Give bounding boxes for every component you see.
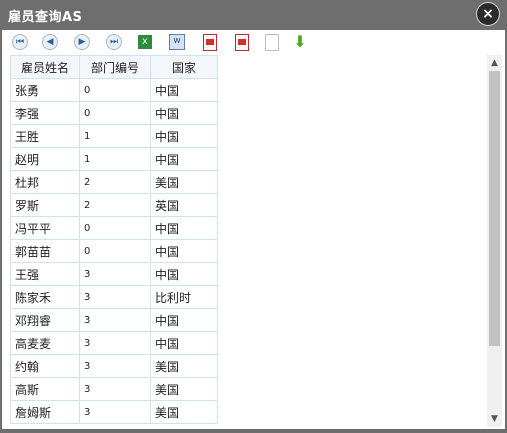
cell-employee-name: 杜邦 [10,170,80,194]
report-panel: ⏮ ◀ ▶ ⏭ x w ⬇ 雇员姓名 部门编号 国家 张勇 0 中国 李强 0 中国 王胜 1… [2,30,505,429]
cell-country: 中国 [150,101,218,125]
table-row[interactable]: 高麦麦 3 中国 [10,331,218,355]
cell-country: 中国 [150,147,218,171]
cell-employee-name: 詹姆斯 [10,400,80,424]
first-page-button[interactable]: ⏮ [12,34,28,50]
pdf-export-icon [203,33,217,51]
cell-employee-name: 郭苗苗 [10,239,80,263]
cell-dept-number: 2 [79,193,151,217]
cell-employee-name: 高麦麦 [10,331,80,355]
scroll-thumb[interactable] [489,71,500,346]
cell-dept-number: 3 [79,400,151,424]
cell-country: 美国 [150,170,218,194]
cell-employee-name: 罗斯 [10,193,80,217]
cell-country: 美国 [150,377,218,401]
toolbar: ⏮ ◀ ▶ ⏭ x w ⬇ [2,30,505,54]
table-row[interactable]: 赵明 1 中国 [10,147,218,171]
cell-employee-name: 王强 [10,262,80,286]
cell-dept-number: 1 [79,124,151,148]
cell-dept-number: 0 [79,101,151,125]
data-grid: 雇员姓名 部门编号 国家 张勇 0 中国 李强 0 中国 王胜 1 中国 赵明 1 中国 杜邦 2 美国 罗斯… [10,55,480,427]
cell-dept-number: 0 [79,78,151,102]
blank-document-icon [265,33,279,51]
table-row[interactable]: 高斯 3 美国 [10,377,218,401]
cell-dept-number: 3 [79,331,151,355]
first-page-icon: ⏮ [12,34,28,50]
table-row[interactable]: 王强 3 中国 [10,262,218,286]
cell-employee-name: 王胜 [10,124,80,148]
table-row[interactable]: 邓翔睿 3 中国 [10,308,218,332]
cell-employee-name: 陈家禾 [10,285,80,309]
last-page-button[interactable]: ⏭ [106,34,122,50]
cell-dept-number: 3 [79,377,151,401]
table-row[interactable]: 冯平平 0 中国 [10,216,218,240]
cell-country: 美国 [150,400,218,424]
cell-employee-name: 约翰 [10,354,80,378]
table-row[interactable]: 王胜 1 中国 [10,124,218,148]
prev-page-icon: ◀ [42,34,58,50]
print-button[interactable] [264,33,280,51]
download-button[interactable]: ⬇ [292,34,308,50]
prev-page-button[interactable]: ◀ [42,34,58,50]
next-page-button[interactable]: ▶ [74,34,90,50]
last-page-icon: ⏭ [106,34,122,50]
table-header-row: 雇员姓名 部门编号 国家 [10,55,218,79]
table-row[interactable]: 詹姆斯 3 美国 [10,400,218,424]
title-bar[interactable]: 雇员查询AS × [0,0,507,30]
cell-employee-name: 赵明 [10,147,80,171]
table-row[interactable]: 李强 0 中国 [10,101,218,125]
excel-export-icon: x [138,35,152,49]
cell-country: 英国 [150,193,218,217]
cell-country: 中国 [150,124,218,148]
pdf-export-icon [235,33,249,51]
cell-country: 中国 [150,216,218,240]
cell-country: 中国 [150,78,218,102]
cell-dept-number: 3 [79,285,151,309]
scroll-down-icon[interactable]: ▼ [487,411,502,427]
cell-country: 比利时 [150,285,218,309]
employee-table: 雇员姓名 部门编号 国家 张勇 0 中国 李强 0 中国 王胜 1 中国 赵明 1 中国 杜邦 2 美国 罗斯… [10,55,218,424]
table-row[interactable]: 约翰 3 美国 [10,354,218,378]
cell-employee-name: 高斯 [10,377,80,401]
close-button[interactable]: × [476,2,500,26]
cell-country: 中国 [150,308,218,332]
word-export-icon: w [169,34,185,50]
cell-dept-number: 3 [79,308,151,332]
export-word-button[interactable]: w [169,34,185,50]
cell-country: 美国 [150,354,218,378]
table-row[interactable]: 张勇 0 中国 [10,78,218,102]
download-arrow-icon: ⬇ [293,32,307,51]
table-row[interactable]: 郭苗苗 0 中国 [10,239,218,263]
cell-country: 中国 [150,262,218,286]
cell-employee-name: 李强 [10,101,80,125]
vertical-scrollbar[interactable]: ▲ ▼ [487,55,502,427]
export-pdf-alt-button[interactable] [234,33,250,51]
cell-dept-number: 0 [79,239,151,263]
table-row[interactable]: 罗斯 2 英国 [10,193,218,217]
cell-dept-number: 3 [79,262,151,286]
column-header-dept[interactable]: 部门编号 [79,55,151,79]
cell-dept-number: 2 [79,170,151,194]
cell-employee-name: 邓翔睿 [10,308,80,332]
cell-employee-name: 冯平平 [10,216,80,240]
export-excel-button[interactable]: x [137,34,153,50]
cell-dept-number: 1 [79,147,151,171]
cell-employee-name: 张勇 [10,78,80,102]
cell-dept-number: 3 [79,354,151,378]
cell-dept-number: 0 [79,216,151,240]
column-header-name[interactable]: 雇员姓名 [10,55,80,79]
cell-country: 中国 [150,331,218,355]
column-header-country[interactable]: 国家 [150,55,218,79]
next-page-icon: ▶ [74,34,90,50]
dialog-title: 雇员查询AS [8,10,83,25]
table-row[interactable]: 杜邦 2 美国 [10,170,218,194]
export-pdf-button[interactable] [202,33,218,51]
table-row[interactable]: 陈家禾 3 比利时 [10,285,218,309]
cell-country: 中国 [150,239,218,263]
scroll-up-icon[interactable]: ▲ [487,55,502,71]
dialog-window: 雇员查询AS × ⏮ ◀ ▶ ⏭ x w ⬇ 雇员姓名 部门编号 国家 张勇 0… [0,0,507,433]
